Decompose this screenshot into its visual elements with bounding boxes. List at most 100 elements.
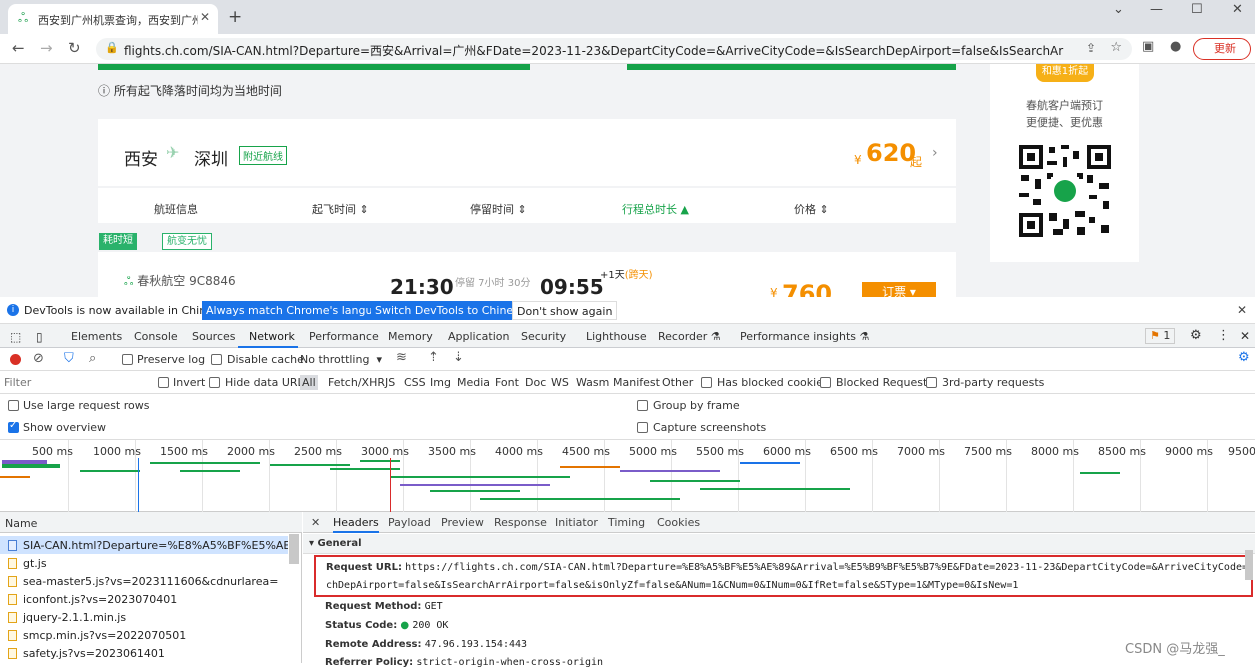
- close-devtools-icon[interactable]: ✕: [1240, 329, 1250, 343]
- request-row[interactable]: sea-master5.js?vs=2023111606&cdnurlarea=: [0, 572, 288, 590]
- sort-price[interactable]: 价格 ⇕: [794, 201, 829, 217]
- close-infobar-icon[interactable]: ✕: [1237, 303, 1247, 317]
- tab-performance[interactable]: Performance: [309, 330, 379, 343]
- tab-cookies[interactable]: Cookies: [657, 516, 700, 529]
- tab-network[interactable]: Network: [249, 330, 295, 343]
- inspect-icon[interactable]: ⬚: [10, 330, 21, 344]
- match-language-button[interactable]: Always match Chrome's language: [202, 301, 397, 320]
- lock-icon[interactable]: 🔒: [105, 41, 119, 54]
- close-window-icon[interactable]: ✕: [1232, 2, 1243, 17]
- sort-total-duration[interactable]: 行程总时长 ▲: [622, 201, 689, 217]
- type-media[interactable]: Media: [457, 376, 490, 389]
- type-fetch-xhr[interactable]: Fetch/XHR: [328, 376, 385, 389]
- update-button[interactable]: 更新: [1193, 38, 1251, 60]
- reload-icon[interactable]: ↻: [68, 39, 81, 57]
- url-text[interactable]: flights.ch.com/SIA-CAN.html?Departure=西安…: [124, 42, 1064, 59]
- hide-data-urls-checkbox[interactable]: [209, 377, 220, 388]
- general-section-header[interactable]: ▾ General: [303, 534, 1255, 554]
- promo-badge[interactable]: 和惠1折起: [1036, 64, 1094, 82]
- type-ws[interactable]: WS: [551, 376, 569, 389]
- profile-avatar-icon[interactable]: ●: [1170, 39, 1181, 54]
- sort-depart-time[interactable]: 起飞时间 ⇕: [312, 201, 369, 217]
- disable-cache-checkbox[interactable]: [211, 354, 222, 365]
- preserve-log-checkbox[interactable]: [122, 354, 133, 365]
- more-options-icon[interactable]: ⋮: [1217, 328, 1230, 343]
- tab-headers[interactable]: Headers: [333, 516, 379, 533]
- close-detail-icon[interactable]: ✕: [311, 516, 320, 529]
- side-panel-icon[interactable]: ▣: [1142, 39, 1154, 54]
- request-row[interactable]: safety.js?vs=2023061401: [0, 644, 288, 662]
- close-tab-icon[interactable]: ✕: [200, 10, 210, 24]
- wifi-icon[interactable]: ≋: [396, 350, 407, 365]
- address-bar[interactable]: 🔒 flights.ch.com/SIA-CAN.html?Departure=…: [96, 38, 1132, 60]
- type-other[interactable]: Other: [662, 376, 693, 389]
- request-list-scrollbar[interactable]: [289, 534, 299, 564]
- tab-payload[interactable]: Payload: [388, 516, 431, 529]
- back-icon[interactable]: ←: [12, 39, 25, 57]
- blocked-requests-checkbox[interactable]: [820, 377, 831, 388]
- filter-input[interactable]: [4, 374, 148, 391]
- name-column-header[interactable]: Name: [5, 517, 37, 530]
- sort-stop-time[interactable]: 停留时间 ⇕: [470, 201, 527, 217]
- sort-flight-info[interactable]: 航班信息: [154, 201, 198, 217]
- clear-icon[interactable]: ⊘: [33, 351, 44, 366]
- type-css[interactable]: CSS: [404, 376, 426, 389]
- issues-badge[interactable]: ⚑ 1: [1145, 328, 1176, 344]
- filter-icon[interactable]: ⛉: [64, 351, 74, 366]
- tab-sources[interactable]: Sources: [192, 330, 236, 343]
- tab-search-icon[interactable]: ⌄: [1113, 2, 1124, 17]
- dont-show-button[interactable]: Don't show again: [512, 301, 618, 320]
- tab-application[interactable]: Application: [448, 330, 509, 343]
- device-toolbar-icon[interactable]: ▯: [36, 330, 43, 344]
- throttling-select[interactable]: No throttling ▾: [300, 353, 382, 366]
- type-wasm[interactable]: Wasm: [576, 376, 609, 389]
- browser-tab[interactable]: ஃ 西安到广州机票查询，西安到广州 ✕: [8, 4, 218, 34]
- switch-chinese-button[interactable]: Switch DevTools to Chinese: [371, 301, 530, 320]
- blocked-cookies-checkbox[interactable]: [701, 377, 712, 388]
- capture-screenshots-checkbox[interactable]: [637, 422, 648, 433]
- settings-gear-icon[interactable]: ⚙: [1190, 328, 1202, 343]
- type-js[interactable]: JS: [385, 376, 395, 389]
- flight-card[interactable]: ஃ 春秋航空 9C8846 21:30 停留 7小时 30分 09:55 +1天…: [98, 252, 956, 297]
- group-by-frame-checkbox[interactable]: [637, 400, 648, 411]
- tab-recorder[interactable]: Recorder ⚗: [658, 330, 721, 343]
- record-icon[interactable]: [10, 354, 21, 365]
- network-overview[interactable]: 500 ms 1000 ms 1500 ms 2000 ms 2500 ms 3…: [0, 440, 1255, 512]
- request-row[interactable]: jquery-2.1.1.min.js: [0, 608, 288, 626]
- request-row[interactable]: iconfont.js?vs=2023070401: [0, 590, 288, 608]
- route-card[interactable]: 西安 ✈ 深圳 附近航线 ¥ 620 起 ›: [98, 119, 956, 186]
- search-icon[interactable]: ⌕: [89, 351, 96, 366]
- invert-checkbox[interactable]: [158, 377, 169, 388]
- type-manifest[interactable]: Manifest: [613, 376, 660, 389]
- minimize-icon[interactable]: —: [1150, 2, 1163, 17]
- type-img[interactable]: Img: [430, 376, 451, 389]
- tab-lighthouse[interactable]: Lighthouse: [586, 330, 647, 343]
- tab-initiator[interactable]: Initiator: [555, 516, 598, 529]
- tab-console[interactable]: Console: [134, 330, 178, 343]
- chevron-right-icon[interactable]: ›: [932, 145, 938, 161]
- bookmark-star-icon[interactable]: ☆: [1110, 40, 1122, 55]
- third-party-checkbox[interactable]: [926, 377, 937, 388]
- tab-performance-insights[interactable]: Performance insights ⚗: [740, 330, 869, 343]
- request-row[interactable]: SIA-CAN.html?Departure=%E8%A5%BF%E5%AE%8…: [0, 536, 288, 554]
- large-rows-checkbox[interactable]: [8, 400, 19, 411]
- tab-security[interactable]: Security: [521, 330, 566, 343]
- type-font[interactable]: Font: [495, 376, 519, 389]
- forward-icon[interactable]: →: [40, 39, 53, 57]
- tab-timing[interactable]: Timing: [608, 516, 645, 529]
- type-all[interactable]: All: [300, 375, 318, 390]
- type-doc[interactable]: Doc: [525, 376, 546, 389]
- export-har-icon[interactable]: ⇣: [453, 350, 464, 365]
- tab-preview[interactable]: Preview: [441, 516, 484, 529]
- share-icon[interactable]: ⇪: [1086, 41, 1096, 55]
- new-tab-icon[interactable]: +: [228, 7, 242, 27]
- tab-response[interactable]: Response: [494, 516, 547, 529]
- tab-memory[interactable]: Memory: [388, 330, 433, 343]
- maximize-icon[interactable]: ☐: [1191, 2, 1203, 17]
- import-har-icon[interactable]: ⇡: [428, 350, 439, 365]
- book-button[interactable]: 订票 ▾: [862, 282, 936, 297]
- tab-elements[interactable]: Elements: [71, 330, 122, 343]
- network-settings-icon[interactable]: ⚙: [1238, 350, 1250, 365]
- request-row[interactable]: gt.js: [0, 554, 288, 572]
- request-row[interactable]: smcp.min.js?vs=2022070501: [0, 626, 288, 644]
